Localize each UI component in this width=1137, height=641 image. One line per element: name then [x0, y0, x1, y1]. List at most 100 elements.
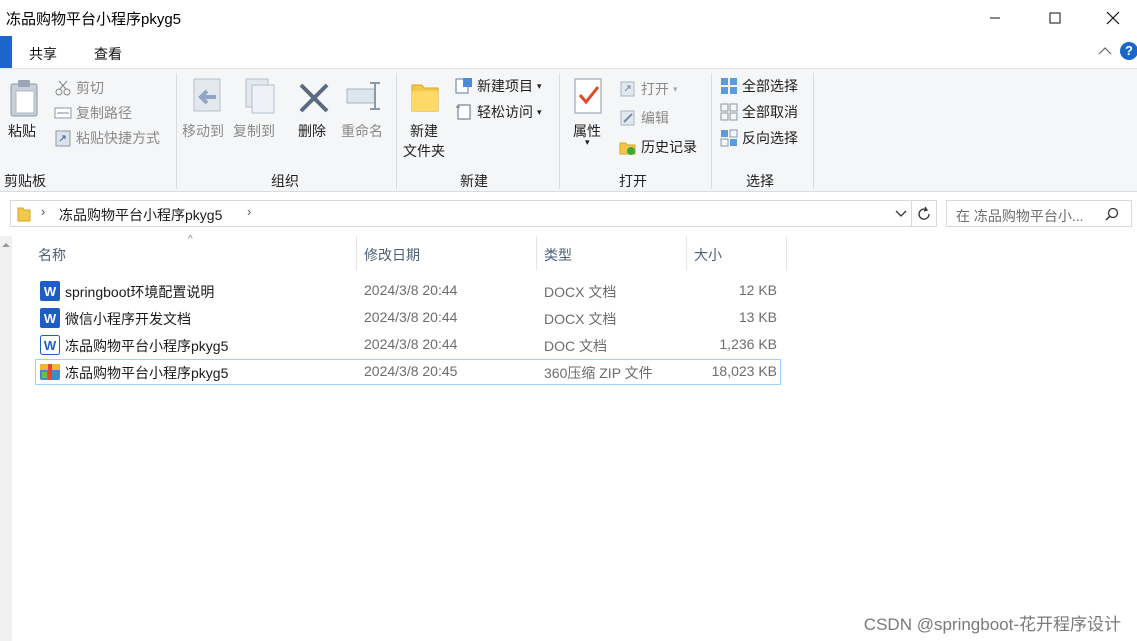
delete-label: 删除 — [298, 123, 326, 139]
file-date: 2024/3/8 20:44 — [364, 336, 458, 352]
search-input[interactable]: 在 冻品购物平台小... — [946, 200, 1132, 227]
invert-selection-label: 反向选择 — [742, 130, 798, 146]
column-header-row: ^ 名称 修改日期 类型 大小 — [30, 234, 790, 270]
svg-text:W: W — [44, 311, 57, 326]
easy-access-label: 轻松访问 — [477, 104, 533, 120]
scissors-icon — [54, 79, 72, 97]
file-size: 18,023 KB — [711, 363, 777, 379]
maximize-button[interactable] — [1026, 0, 1084, 36]
svg-text:W: W — [44, 284, 57, 299]
chevron-down-icon: ▾ — [537, 106, 542, 117]
refresh-button[interactable] — [912, 200, 937, 227]
paste-label: 粘贴 — [8, 123, 36, 139]
folder-icon — [17, 207, 31, 222]
breadcrumb-chevron-icon[interactable]: › — [247, 204, 251, 219]
collapse-ribbon-icon[interactable] — [1098, 46, 1112, 56]
file-row-selected[interactable]: 冻品购物平台小程序pkyg5 2024/3/8 20:45 360压缩 ZIP … — [35, 359, 781, 385]
new-folder-icon — [411, 84, 439, 112]
new-item-label: 新建项目 — [477, 78, 533, 94]
close-button[interactable] — [1084, 0, 1137, 36]
column-divider[interactable] — [536, 236, 537, 270]
word-doc-icon: W — [40, 335, 60, 355]
organize-group-label: 组织 — [271, 173, 299, 189]
maximize-icon — [1049, 12, 1061, 24]
cut-label: 剪切 — [76, 80, 104, 96]
column-header-name[interactable]: 名称 — [38, 236, 66, 270]
ribbon-tabs: 共享 查看 ? — [0, 36, 1137, 68]
group-divider — [176, 73, 177, 189]
breadcrumb-current[interactable]: 冻品购物平台小程序pkyg5 — [59, 205, 222, 225]
move-to-label: 移动到 — [182, 123, 224, 139]
new-group-label: 新建 — [460, 173, 488, 189]
copy-path-button[interactable]: 复制路径 — [54, 102, 132, 124]
select-none-button[interactable]: 全部取消 — [720, 101, 798, 123]
new-folder-button[interactable] — [410, 79, 440, 118]
history-icon — [619, 138, 637, 156]
select-all-button[interactable]: 全部选择 — [720, 75, 798, 97]
file-type: DOCX 文档 — [544, 311, 617, 327]
open-button[interactable]: 打开 ▾ — [619, 78, 678, 100]
select-all-label: 全部选择 — [742, 78, 798, 94]
chevron-down-icon: ▾ — [537, 80, 542, 91]
select-all-icon — [720, 77, 738, 95]
invert-selection-button[interactable]: 反向选择 — [720, 127, 798, 149]
properties-checkmark-icon — [574, 78, 602, 114]
delete-x-icon — [299, 83, 329, 113]
delete-button[interactable] — [297, 81, 331, 118]
help-icon[interactable]: ? — [1120, 42, 1137, 60]
file-tab-edge[interactable] — [0, 36, 12, 68]
column-header-date[interactable]: 修改日期 — [364, 236, 420, 270]
cut-button[interactable]: 剪切 — [54, 77, 104, 99]
tab-share[interactable]: 共享 — [29, 44, 57, 64]
refresh-icon — [918, 206, 930, 220]
rename-button[interactable] — [345, 79, 385, 118]
edit-button[interactable]: 编辑 — [619, 107, 669, 129]
paste-shortcut-button[interactable]: 粘贴快捷方式 — [54, 127, 160, 149]
rename-icon — [346, 82, 380, 110]
paste-button[interactable] — [8, 79, 40, 120]
svg-text:W: W — [44, 338, 57, 353]
paste-shortcut-label: 粘贴快捷方式 — [76, 130, 160, 146]
file-name: springboot环境配置说明 — [65, 284, 215, 300]
easy-access-button[interactable]: 轻松访问 ▾ — [455, 101, 542, 123]
column-divider[interactable] — [356, 236, 357, 270]
breadcrumb-chevron-icon[interactable]: › — [41, 204, 45, 219]
file-row[interactable]: W 微信小程序开发文档 2024/3/8 20:44 DOCX 文档 13 KB — [35, 305, 781, 331]
select-none-icon — [720, 103, 738, 121]
rename-label: 重命名 — [341, 123, 383, 139]
new-item-icon — [455, 77, 473, 95]
scroll-up-icon[interactable] — [2, 242, 10, 248]
new-item-button[interactable]: 新建项目 ▾ — [455, 75, 542, 97]
sort-ascending-icon: ^ — [188, 234, 193, 245]
file-type: DOC 文档 — [544, 338, 607, 354]
column-header-type[interactable]: 类型 — [544, 236, 572, 270]
new-folder-label-2: 文件夹 — [403, 143, 445, 159]
title-bar: 冻品购物平台小程序pkyg5 — [0, 0, 1137, 36]
edit-label: 编辑 — [641, 110, 669, 126]
column-divider[interactable] — [686, 236, 687, 270]
file-size: 1,236 KB — [719, 336, 777, 352]
navigation-pane-scrollbar[interactable] — [0, 236, 12, 641]
chevron-down-icon: ▾ — [585, 137, 590, 147]
tab-view[interactable]: 查看 — [94, 44, 122, 64]
address-bar[interactable]: › 冻品购物平台小程序pkyg5 › — [10, 200, 912, 227]
file-type: DOCX 文档 — [544, 284, 617, 300]
minimize-button[interactable] — [966, 0, 1024, 36]
invert-selection-icon — [720, 129, 738, 147]
open-label: 打开 — [641, 81, 669, 97]
clipboard-paste-icon — [10, 80, 38, 117]
column-divider[interactable] — [786, 236, 787, 270]
history-button[interactable]: 历史记录 — [619, 136, 697, 158]
copy-to-label: 复制到 — [233, 123, 275, 139]
file-size: 12 KB — [738, 282, 777, 298]
select-group-label: 选择 — [746, 173, 774, 189]
address-dropdown-icon[interactable] — [895, 210, 907, 218]
properties-button[interactable] — [573, 77, 605, 120]
column-header-size[interactable]: 大小 — [694, 236, 722, 270]
file-row[interactable]: W 冻品购物平台小程序pkyg5 2024/3/8 20:44 DOC 文档 1… — [35, 332, 781, 358]
group-divider — [813, 73, 814, 189]
move-to-button[interactable] — [190, 77, 226, 118]
history-label: 历史记录 — [641, 139, 697, 155]
copy-to-button[interactable] — [242, 77, 278, 118]
file-row[interactable]: W springboot环境配置说明 2024/3/8 20:44 DOCX 文… — [35, 278, 781, 304]
